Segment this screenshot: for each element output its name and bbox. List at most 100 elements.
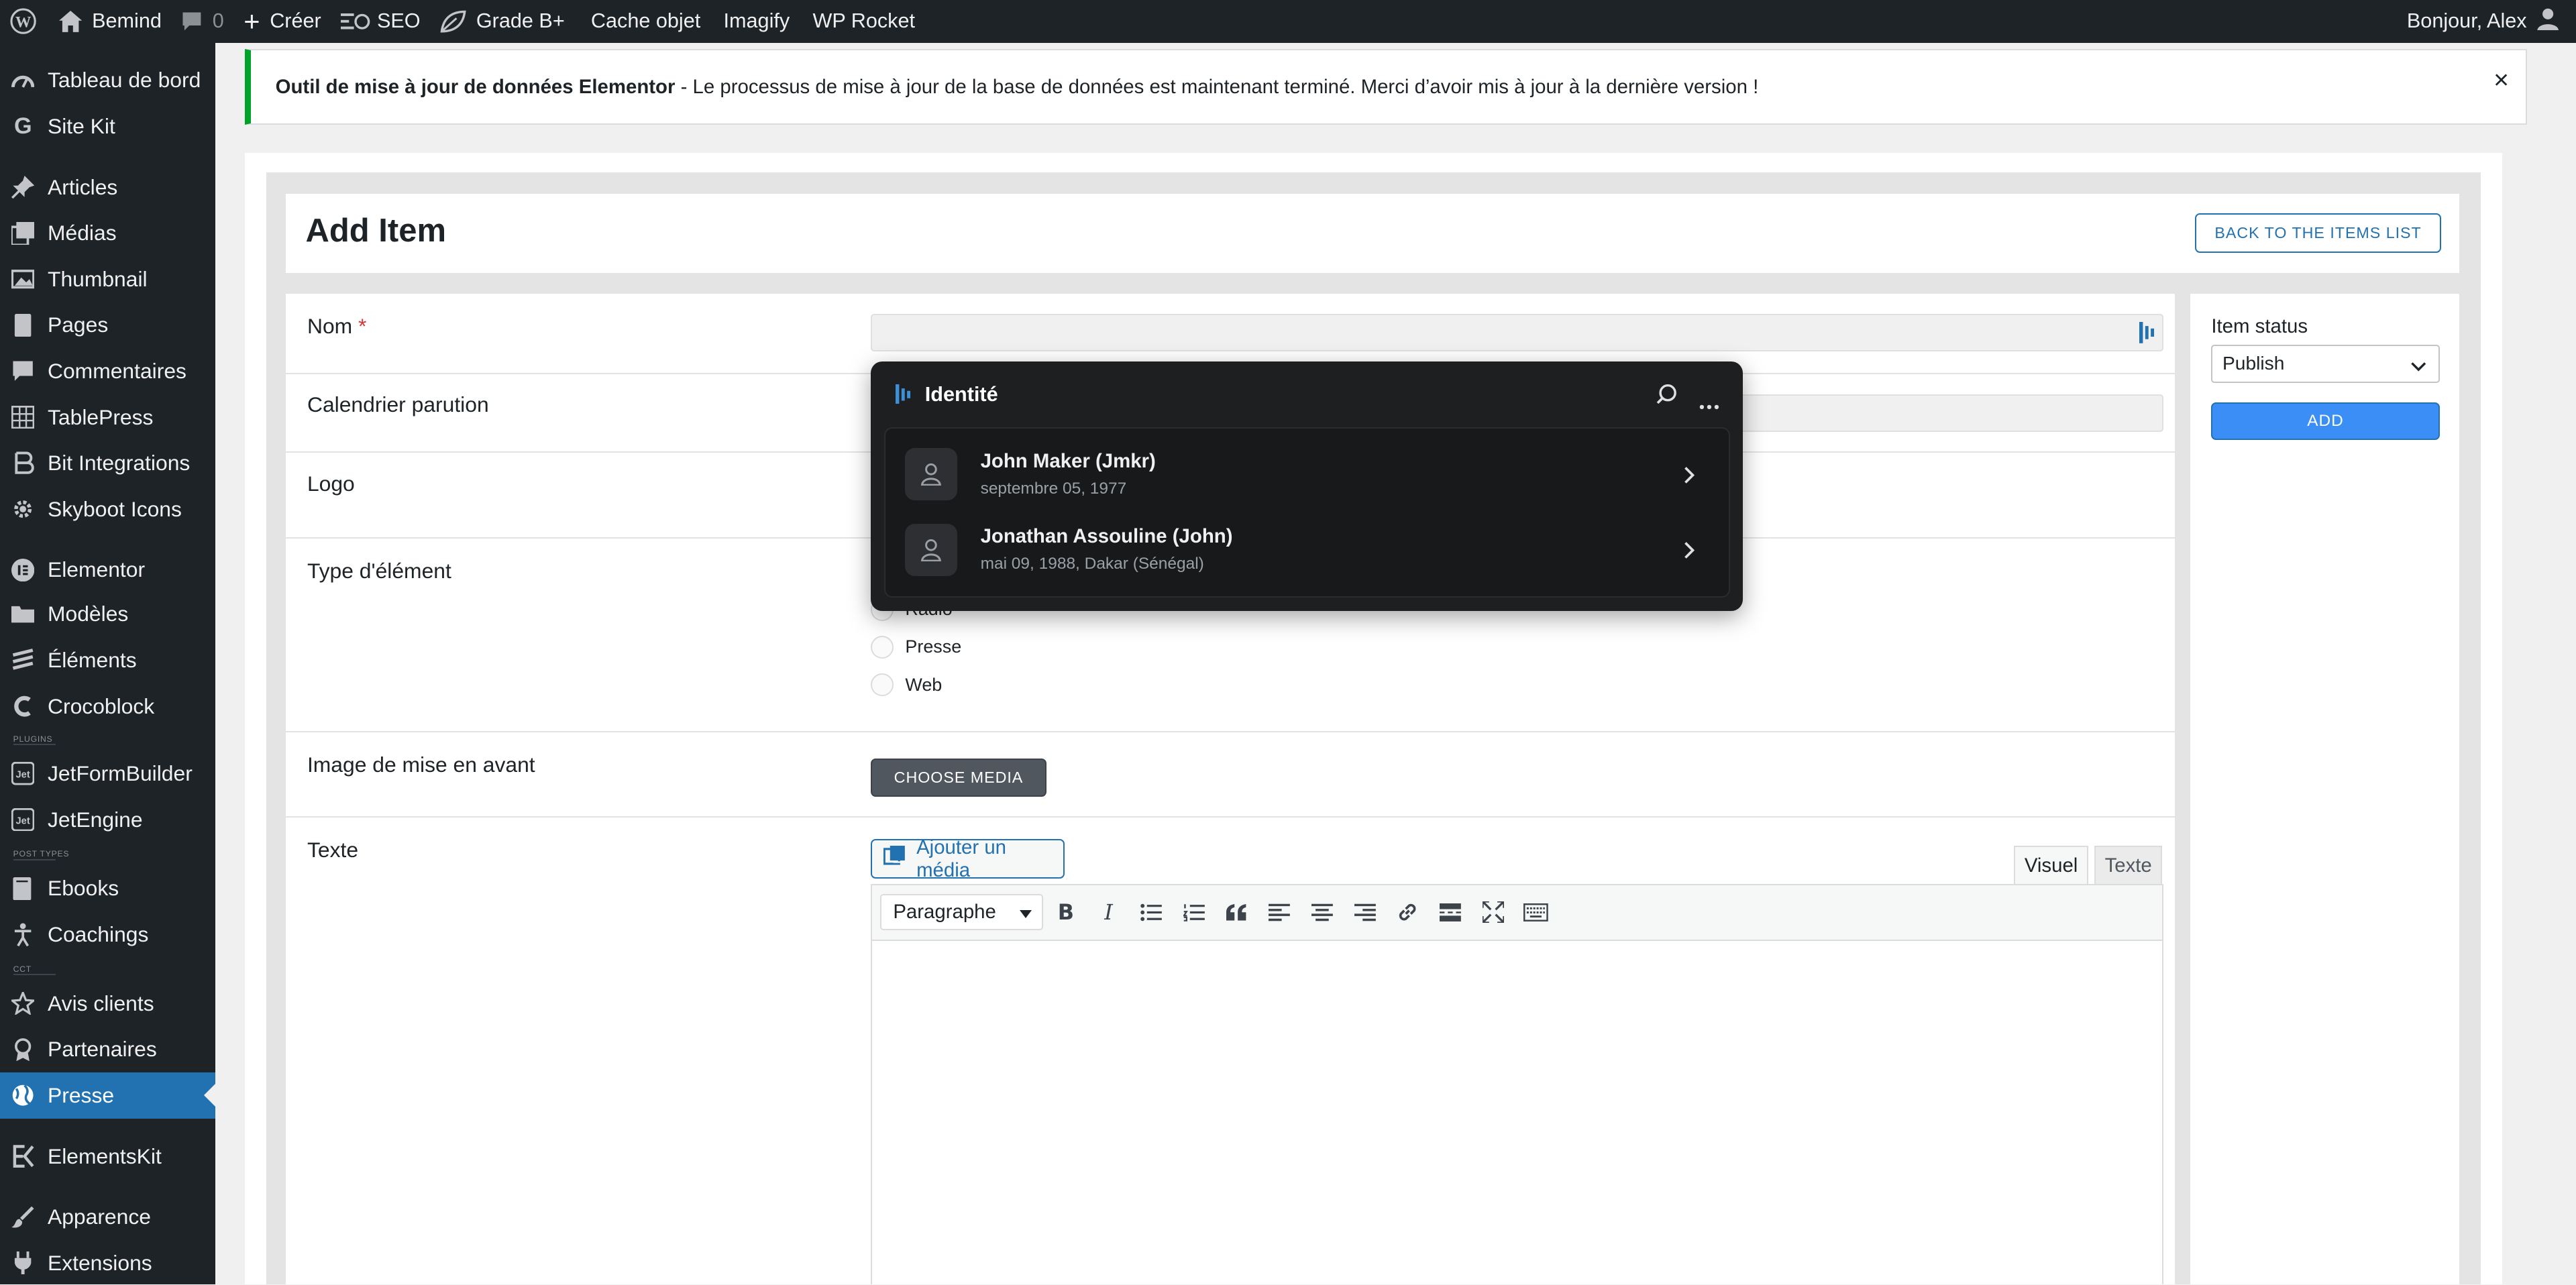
item-status-select[interactable]: Publish	[2211, 345, 2440, 383]
sidebar-item-crocoblock[interactable]: Crocoblock	[0, 683, 215, 730]
table-icon	[11, 405, 35, 429]
cache-menu[interactable]: Cache objet	[581, 0, 710, 43]
wordpress-logo-icon[interactable]: W	[0, 0, 49, 43]
sidebar-item-presse[interactable]: Presse	[0, 1072, 215, 1119]
identity-item[interactable]: Jonathan Assouline (John) mai 09, 1988, …	[885, 504, 1731, 579]
radio-circle	[870, 635, 894, 659]
align-left-icon[interactable]	[1258, 891, 1301, 934]
separator-post-types: POST TYPES	[13, 849, 70, 860]
plus-icon: +	[244, 5, 260, 38]
numbered-list-icon[interactable]	[1173, 891, 1216, 934]
add-media-icon	[883, 845, 906, 873]
greeting: Bonjour, Alex	[2406, 9, 2527, 33]
row-divider	[286, 730, 2176, 732]
sidebar-item-elementskit[interactable]: ElementsKit	[0, 1133, 215, 1180]
imagify-label: Imagify	[723, 9, 790, 33]
identity-logo-icon	[895, 384, 914, 409]
tab-text[interactable]: Texte	[2094, 846, 2162, 885]
media-icon	[11, 221, 35, 245]
sidebar-item-partenaires[interactable]: Partenaires	[0, 1027, 215, 1073]
nom-input[interactable]	[870, 313, 2164, 352]
sidebar-item-skyboot-icons[interactable]: Skyboot Icons	[0, 486, 215, 533]
add-button[interactable]: ADD	[2211, 402, 2440, 441]
notice-message: - Le processus de mise à jour de la base…	[675, 75, 1759, 98]
gear-icon	[11, 498, 34, 520]
sidebar-item-pages[interactable]: Pages	[0, 302, 215, 349]
sidebar-item-tableau-de-bord[interactable]: Tableau de bord	[0, 58, 215, 104]
tab-visual[interactable]: Visuel	[2014, 846, 2088, 885]
more-options-icon[interactable]	[1699, 391, 1720, 416]
radio-option-web[interactable]: Web	[870, 673, 942, 697]
sidebar-item-extensions[interactable]: Extensions	[0, 1240, 215, 1284]
identity-name: Jonathan Assouline (John)	[980, 525, 1233, 548]
italic-icon[interactable]: I	[1087, 891, 1130, 934]
leaf-icon	[440, 10, 466, 33]
sidebar-item-avis-clients[interactable]: Avis clients	[0, 981, 215, 1027]
sidebar-item-coachings[interactable]: Coachings	[0, 911, 215, 958]
sidebar-item-site-kit[interactable]: G Site Kit	[0, 103, 215, 150]
radio-option-presse[interactable]: Presse	[870, 635, 962, 659]
sidebar-item-articles[interactable]: Articles	[0, 164, 215, 211]
sidebar-item-jetformbuilder[interactable]: Jet JetFormBuilder	[0, 750, 215, 797]
sidebar-item-jetengine[interactable]: Jet JetEngine	[0, 797, 215, 843]
svg-text:Jet: Jet	[16, 816, 30, 826]
format-select[interactable]: Paragraphe	[880, 894, 1043, 931]
link-icon[interactable]	[1386, 891, 1429, 934]
align-right-icon[interactable]	[1344, 891, 1387, 934]
search-icon[interactable]	[1656, 383, 1678, 410]
read-more-icon[interactable]	[1429, 891, 1472, 934]
identity-autofill-icon[interactable]	[2139, 322, 2157, 349]
sidebar-item-elementor[interactable]: Elementor	[0, 547, 215, 594]
sidebar-item-modeles[interactable]: Modèles	[0, 592, 215, 638]
choose-media-button[interactable]: CHOOSE MEDIA	[870, 759, 1046, 797]
grade-menu[interactable]: Grade B+	[430, 0, 574, 43]
grade-label: Grade B+	[476, 9, 565, 33]
content-editor[interactable]	[870, 939, 2164, 1285]
sidebar-item-label: Médias	[48, 221, 117, 245]
notice-text: Outil de mise à jour de données Elemento…	[276, 76, 1759, 99]
close-icon[interactable]: ×	[2493, 66, 2509, 95]
site-name-link[interactable]: Bemind	[49, 0, 171, 43]
item-status-value: Publish	[2222, 353, 2285, 374]
account-menu[interactable]: Bonjour, Alex	[2407, 0, 2560, 43]
blockquote-icon[interactable]	[1216, 891, 1258, 934]
sidebar-item-label: Avis clients	[48, 991, 154, 1015]
bullet-list-icon[interactable]	[1130, 891, 1173, 934]
radio-option-label: Presse	[905, 636, 962, 657]
svg-text:W: W	[15, 14, 32, 32]
align-center-icon[interactable]	[1301, 891, 1344, 934]
nom-label-text: Nom	[307, 313, 353, 338]
sidebar-item-label: Coachings	[48, 921, 149, 946]
add-media-button[interactable]: Ajouter un média	[870, 836, 1065, 881]
bold-icon[interactable]: B	[1044, 891, 1087, 934]
imagify-menu[interactable]: Imagify	[714, 0, 800, 43]
sidebar-item-thumbnail[interactable]: Thumbnail	[0, 256, 215, 302]
sidebar-item-bit-integrations[interactable]: Bit Integrations	[0, 440, 215, 486]
identity-item[interactable]: John Maker (Jmkr) septembre 05, 1977	[885, 429, 1731, 504]
sidebar-item-medias[interactable]: Médias	[0, 210, 215, 256]
separator-plugins: PLUGINS	[13, 734, 56, 745]
identity-popup: Identité John Maker (Jmkr) septembre 05,…	[870, 361, 1743, 611]
sidebar-item-commentaires[interactable]: Commentaires	[0, 348, 215, 394]
create-menu[interactable]: + Créer	[234, 0, 331, 43]
admin-bar: W Bemind 0 + Créer SEO Grade B+ Cache ob…	[0, 0, 2576, 43]
back-to-items-list-button[interactable]: BACK TO THE ITEMS LIST	[2194, 213, 2442, 254]
item-status-label: Item status	[2211, 315, 2308, 338]
sidebar-item-apparence[interactable]: Apparence	[0, 1194, 215, 1240]
elements-icon	[11, 649, 34, 671]
star-icon	[11, 992, 35, 1015]
row-divider	[286, 816, 2176, 818]
sidebar-item-label: Commentaires	[48, 358, 186, 383]
fullscreen-icon[interactable]	[1472, 891, 1515, 934]
elementor-icon	[11, 558, 35, 581]
comments-link[interactable]: 0	[172, 0, 234, 43]
seo-icon	[341, 13, 370, 30]
sidebar-item-elements[interactable]: Éléments	[0, 637, 215, 683]
seo-menu[interactable]: SEO	[331, 0, 430, 43]
sidebar-item-ebooks[interactable]: Ebooks	[0, 866, 215, 912]
sidebar-item-label: Thumbnail	[48, 266, 148, 291]
wp-rocket-menu[interactable]: WP Rocket	[803, 0, 925, 43]
identity-details: septembre 05, 1977	[980, 479, 1127, 498]
keyboard-icon[interactable]	[1514, 891, 1557, 934]
sidebar-item-tablepress[interactable]: TablePress	[0, 394, 215, 441]
